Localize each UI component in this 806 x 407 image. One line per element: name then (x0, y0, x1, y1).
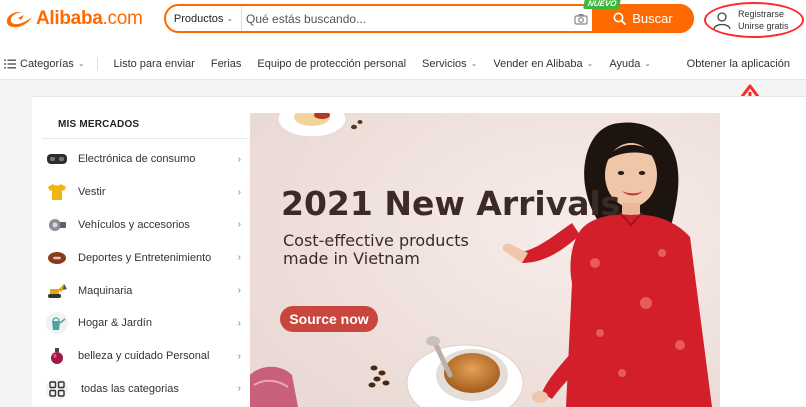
category-label: Vehículos y accesorios (78, 218, 190, 231)
banner-subline-1: Cost-effective products (283, 231, 469, 250)
football-icon (46, 247, 68, 269)
watering-can-icon (46, 312, 68, 335)
grid-icon (46, 377, 68, 400)
nav-trade-shows-label: Ferias (210, 57, 242, 70)
banner-headline: 2021 New Arrivals (281, 184, 620, 223)
category-item-apparel[interactable]: Vestir › (42, 176, 247, 209)
nav-ppe[interactable]: Equipo de protección personal (257, 58, 406, 70)
category-label: todas las categorias (81, 382, 179, 395)
search-button-label: Buscar (632, 11, 673, 26)
category-item-home-garden[interactable]: Hogar & Jardín › (42, 307, 247, 340)
excavator-icon (46, 280, 68, 302)
nav-categories-label: Categorías (20, 57, 74, 70)
category-item-machinery[interactable]: Maquinaria › (42, 274, 247, 307)
category-item-all[interactable]: todas las categorias › (42, 373, 247, 406)
category-label: Electrónica de consumo (78, 153, 196, 166)
category-item-sports[interactable]: Deportes y Entretenimiento › (42, 241, 247, 274)
nav-help[interactable]: Ayuda ⌄ (609, 58, 651, 70)
nav-ready-to-ship[interactable]: Listo para enviar (114, 58, 195, 70)
search-input[interactable] (242, 6, 570, 31)
category-label: belleza y cuidado Personal (78, 350, 210, 363)
chevron-right-icon: › (237, 252, 241, 264)
chevron-down-icon: ⌄ (644, 59, 652, 68)
category-nav: Categorías ⌄ Listo para enviar Ferias Eq… (0, 48, 806, 80)
chevron-right-icon: › (237, 219, 241, 231)
nav-services-label: Servicios (422, 57, 467, 70)
get-app-label: Obtener la aplicación (686, 58, 790, 70)
chevron-down-icon: ⌄ (586, 59, 594, 68)
join-free-link[interactable]: Unirse gratis (738, 20, 789, 32)
chevron-down-icon: ⌄ (226, 14, 234, 23)
vr-headset-icon (46, 148, 68, 170)
category-item-electronics[interactable]: Electrónica de consumo › (42, 143, 247, 176)
category-list: Electrónica de consumo › Vestir › Vehícu… (42, 143, 247, 405)
new-badge: NUEVO (583, 0, 622, 9)
source-now-button[interactable]: Source now (280, 306, 378, 332)
promo-banner[interactable]: 2021 New Arrivals Cost-effective product… (250, 113, 720, 407)
perfume-icon (46, 345, 68, 367)
source-now-label: Source now (289, 311, 368, 327)
chevron-right-icon: › (237, 317, 241, 329)
account-signin-area[interactable]: Registrarse Unirse gratis (704, 2, 804, 38)
banner-subline-2: made in Vietnam (283, 249, 420, 268)
user-icon (713, 12, 731, 30)
tshirt-icon (46, 181, 68, 203)
nav-help-label: Ayuda (609, 57, 641, 70)
my-markets-sidebar: MIS MERCADOS Electrónica de consumo › Ve… (42, 107, 247, 405)
nav-sell-on-alibaba[interactable]: Vender en Alibaba ⌄ (493, 58, 593, 70)
car-part-icon (46, 214, 68, 236)
nav-ppe-label: Equipo de protección personal (257, 57, 407, 70)
nav-sell-label: Vender en Alibaba (493, 57, 583, 70)
camera-search-icon[interactable] (570, 6, 592, 31)
register-link[interactable]: Registrarse (738, 8, 789, 20)
category-item-vehicles[interactable]: Vehículos y accesorios › (42, 209, 247, 242)
alibaba-logo[interactable]: Alibaba.com (4, 7, 143, 31)
category-label: Maquinaria (78, 284, 133, 297)
logo-text: Alibaba (36, 8, 103, 29)
chevron-right-icon: › (237, 285, 241, 297)
chevron-right-icon: › (237, 383, 241, 395)
nav-trade-shows[interactable]: Ferias (211, 58, 242, 70)
logo-suffix: .com (102, 8, 143, 29)
chevron-down-icon: ⌄ (470, 59, 478, 68)
get-app-link[interactable]: Obtener la aplicación (687, 48, 790, 80)
alibaba-logo-icon (6, 11, 33, 28)
sidebar-title: MIS MERCADOS (42, 107, 247, 139)
nav-categories[interactable]: Categorías ⌄ (4, 58, 85, 70)
search-category-dropdown[interactable]: Productos ⌄ (166, 6, 242, 31)
chevron-right-icon: › (237, 186, 241, 198)
nav-services[interactable]: Servicios ⌄ (422, 58, 477, 70)
category-label: Hogar & Jardín (78, 317, 152, 330)
search-category-label: Productos (173, 12, 224, 25)
banner-artwork: 2021 New Arrivals Cost-effective product… (250, 113, 720, 407)
chevron-right-icon: › (237, 350, 241, 362)
category-label: Deportes y Entretenimiento (78, 251, 212, 264)
list-icon (4, 59, 16, 68)
search-icon (613, 12, 627, 25)
category-label: Vestir (78, 186, 106, 199)
chevron-down-icon: ⌄ (77, 59, 85, 68)
nav-divider (96, 56, 98, 71)
category-item-beauty[interactable]: belleza y cuidado Personal › (42, 340, 247, 373)
header: Alibaba.com Productos ⌄ Buscar NUEVO (0, 0, 806, 48)
chevron-right-icon: › (237, 153, 241, 165)
main-content: MIS MERCADOS Electrónica de consumo › Ve… (32, 96, 806, 407)
nav-ready-to-ship-label: Listo para enviar (113, 57, 195, 70)
